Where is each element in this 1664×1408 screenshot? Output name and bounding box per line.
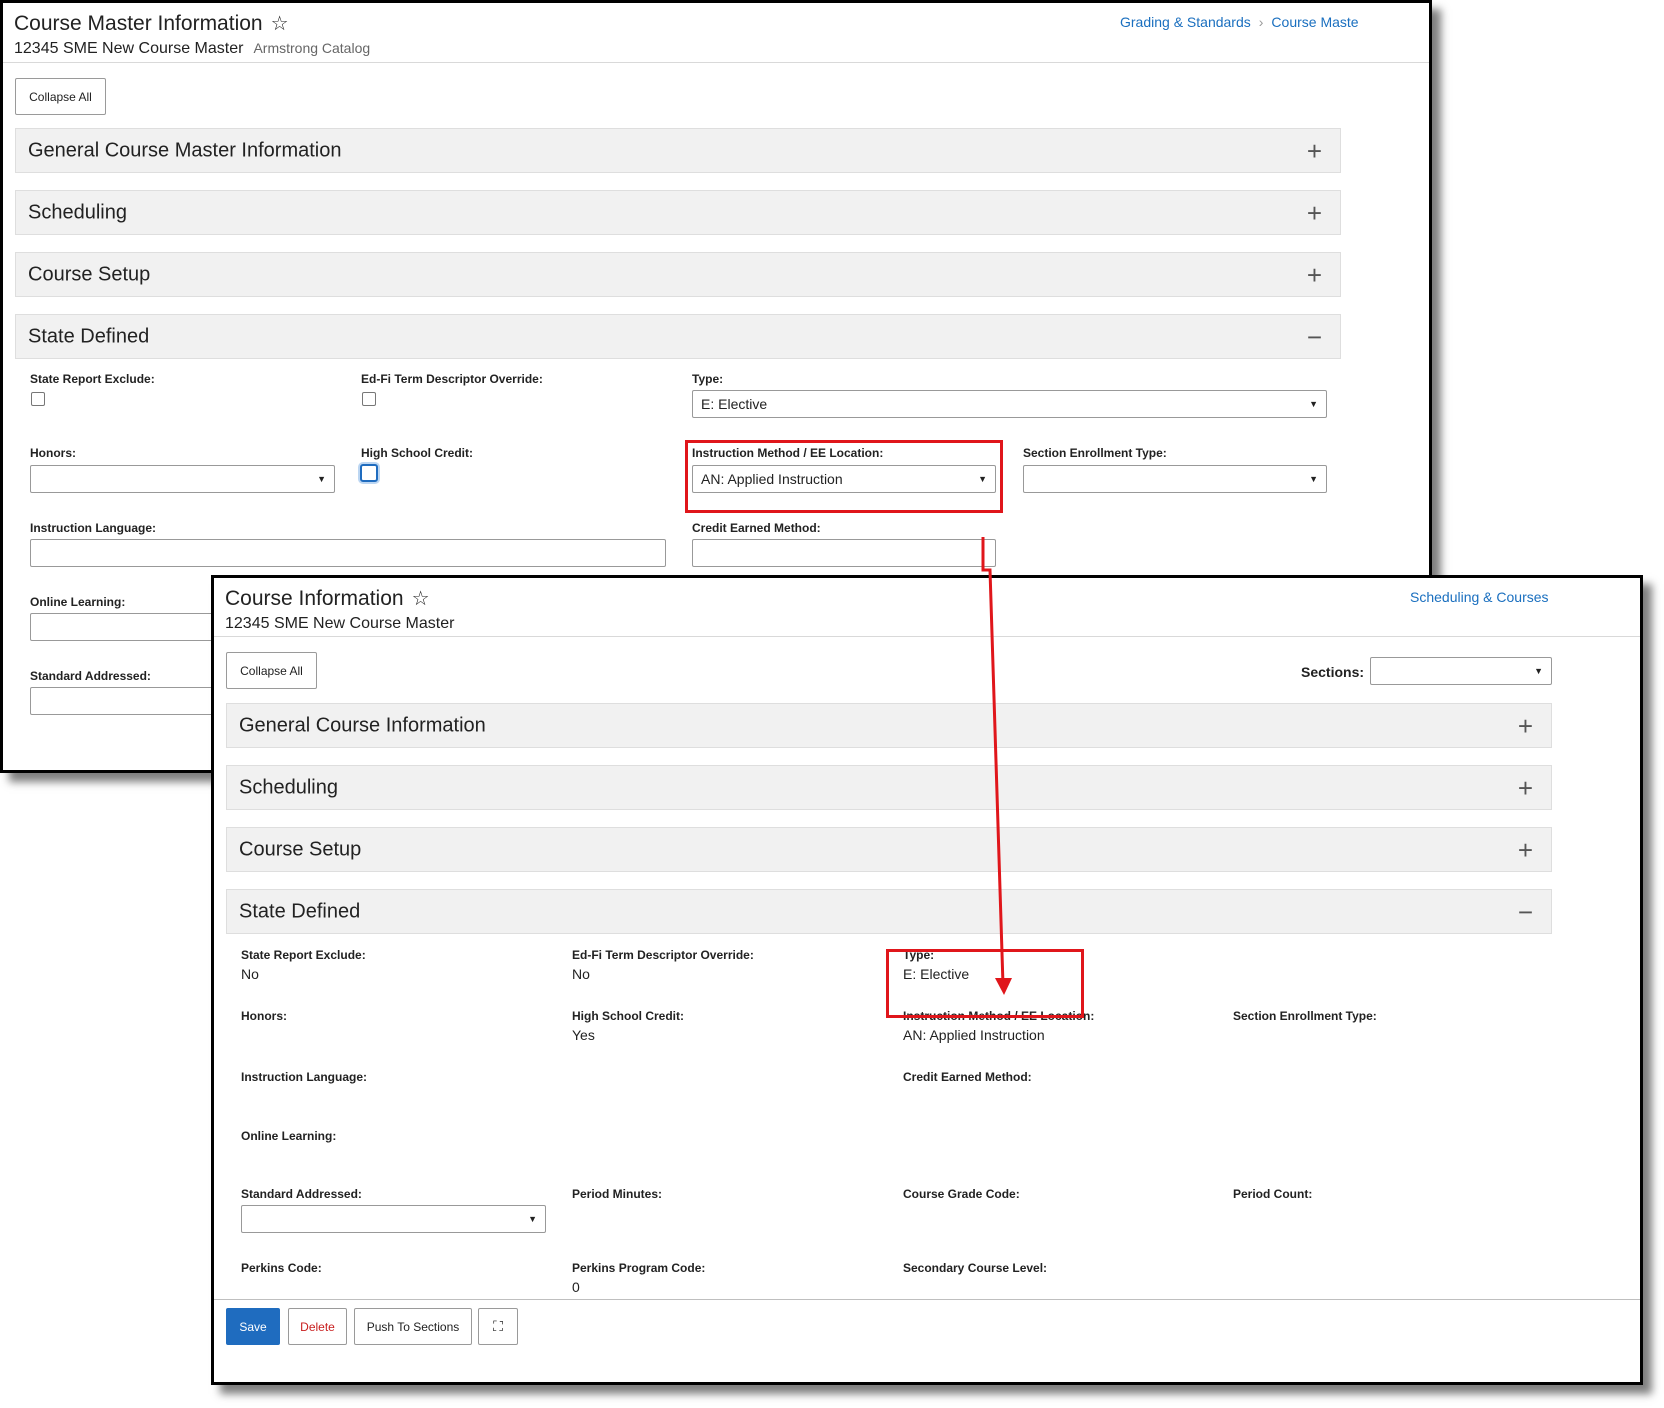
connector-arrow — [981, 537, 1012, 995]
